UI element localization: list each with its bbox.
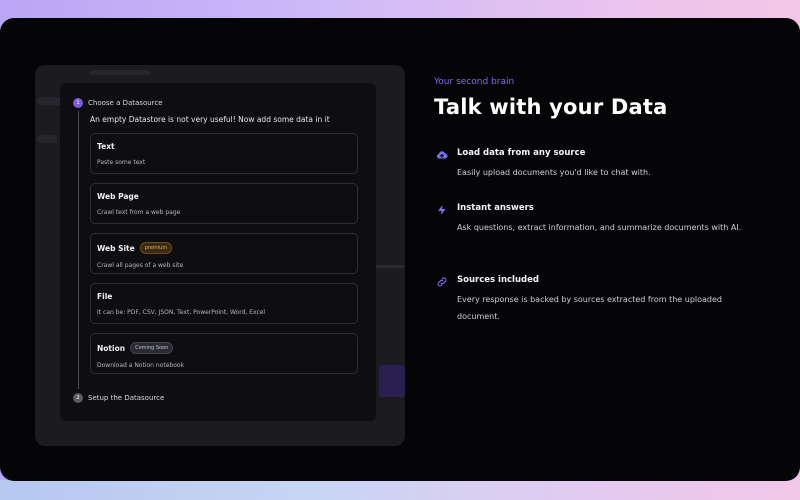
blurred-divider [375, 265, 405, 268]
option-title: Web Page [97, 192, 139, 201]
option-description: Download a Notion notebook [97, 362, 185, 369]
link-icon [436, 276, 448, 288]
coming-soon-badge: Coming Soon [130, 342, 174, 354]
blurred-button [379, 365, 405, 397]
option-description: Crawl all pages of a web site [97, 262, 184, 269]
step-number: 2 [73, 393, 83, 403]
hero-kicker: Your second brain [434, 77, 515, 87]
option-notion[interactable]: Notion Coming Soon Download a Notion not… [90, 333, 358, 374]
feature-description: Ask questions, extract information, and … [457, 223, 742, 232]
premium-badge: premium [139, 242, 173, 254]
feature-description: Easily upload documents you'd like to ch… [457, 168, 651, 177]
datasource-dialog: 1 Choose a Datasource An empty Datastore… [60, 83, 376, 421]
option-title: Web Site [97, 243, 135, 253]
option-title: Notion [97, 343, 126, 353]
step-label: Setup the Datasource [88, 394, 165, 402]
step-choose-datasource[interactable]: 1 Choose a Datasource [73, 98, 163, 108]
lightning-icon [436, 204, 448, 216]
option-description: Paste some text [97, 159, 146, 166]
hero-headline: Talk with your Data [434, 95, 668, 119]
app-preview-panel: 1 Choose a Datasource An empty Datastore… [35, 65, 405, 446]
option-text[interactable]: Text Paste some text [90, 133, 358, 174]
feature-title: Sources included [457, 275, 539, 285]
step-label: Choose a Datasource [88, 99, 163, 107]
intro-text: An empty Datastore is not very useful! N… [90, 115, 330, 124]
option-title: Text [97, 142, 115, 151]
step-number: 1 [73, 98, 83, 108]
feature-description: Every response is backed by sources extr… [457, 295, 722, 321]
feature-title: Instant answers [457, 203, 534, 213]
option-title: File [97, 292, 113, 301]
cloud-upload-icon [436, 149, 448, 161]
option-web-site[interactable]: Web Site premium Crawl all pages of a we… [90, 233, 358, 274]
option-description: It can be: PDF, CSV, JSON, Text, PowerPo… [97, 309, 266, 316]
stepper-line [78, 111, 79, 389]
blurred-text [37, 135, 57, 143]
feature-title: Load data from any source [457, 148, 586, 158]
blurred-header [90, 70, 150, 75]
step-setup-datasource[interactable]: 2 Setup the Datasource [73, 393, 164, 403]
option-file[interactable]: File It can be: PDF, CSV, JSON, Text, Po… [90, 283, 358, 324]
main-frame: 1 Choose a Datasource An empty Datastore… [0, 18, 800, 481]
blurred-text [37, 97, 61, 105]
option-web-page[interactable]: Web Page Crawl text from a web page [90, 183, 358, 224]
option-description: Crawl text from a web page [97, 209, 181, 216]
background-gradient [0, 480, 800, 500]
